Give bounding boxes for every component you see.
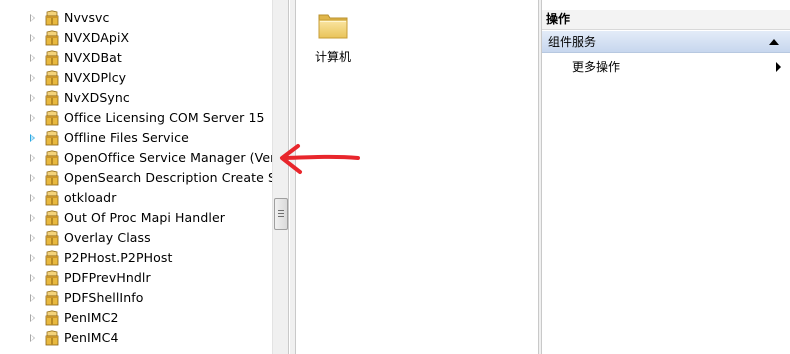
expand-triangle-icon[interactable] bbox=[30, 74, 35, 82]
collapse-up-icon[interactable] bbox=[769, 39, 779, 45]
tree-item[interactable]: Nvvsvc bbox=[0, 8, 272, 28]
vertical-scrollbar[interactable] bbox=[272, 0, 288, 354]
tree-item[interactable]: NVXDApiX bbox=[0, 28, 272, 48]
tree-item-label: OpenSearch Description Create Sea bbox=[64, 170, 289, 185]
tree-item[interactable]: Office Licensing COM Server 15 bbox=[0, 108, 272, 128]
tree-item-label: Office Licensing COM Server 15 bbox=[64, 110, 265, 125]
computer-item[interactable]: 计算机 bbox=[309, 10, 357, 66]
expand-triangle-icon[interactable] bbox=[30, 54, 35, 62]
expand-triangle-icon[interactable] bbox=[30, 194, 35, 202]
expand-triangle-icon[interactable] bbox=[30, 274, 35, 282]
package-icon bbox=[45, 10, 59, 26]
package-icon bbox=[45, 130, 59, 146]
tree-item[interactable]: OpenSearch Description Create Sea bbox=[0, 168, 288, 188]
expand-triangle-icon[interactable] bbox=[30, 134, 35, 142]
tree-item-label: Nvvsvc bbox=[64, 10, 110, 25]
tree-item[interactable]: PDFShellInfo bbox=[0, 288, 272, 308]
expand-triangle-icon[interactable] bbox=[30, 14, 35, 22]
more-actions-label: 更多操作 bbox=[572, 60, 621, 74]
scrollbar-thumb[interactable] bbox=[274, 198, 288, 230]
package-icon bbox=[45, 290, 59, 306]
expand-triangle-icon[interactable] bbox=[30, 214, 35, 222]
package-icon bbox=[45, 50, 59, 66]
tree-item-label: OpenOffice Service Manager (Ver 1. bbox=[64, 150, 289, 165]
tree-item-label: Overlay Class bbox=[64, 230, 151, 245]
tree-item-label: PenIMC2 bbox=[64, 310, 119, 325]
expand-triangle-icon[interactable] bbox=[30, 334, 35, 342]
package-icon bbox=[45, 90, 59, 106]
package-icon bbox=[45, 270, 59, 286]
expand-triangle-icon[interactable] bbox=[30, 94, 35, 102]
tree-item-label: otkloadr bbox=[64, 190, 117, 205]
expand-triangle-icon[interactable] bbox=[30, 294, 35, 302]
tree-item-label: NVXDBat bbox=[64, 50, 122, 65]
package-icon bbox=[45, 250, 59, 266]
folder-icon bbox=[318, 14, 348, 39]
tree-item[interactable]: NVXDBat bbox=[0, 48, 272, 68]
tree-item-label: NVXDPlcy bbox=[64, 70, 127, 85]
tree-item[interactable]: Overlay Class bbox=[0, 228, 272, 248]
tree-item[interactable]: OpenOffice Service Manager (Ver 1. bbox=[0, 148, 288, 168]
computer-label: 计算机 bbox=[314, 50, 351, 64]
more-actions-item[interactable]: 更多操作 bbox=[542, 56, 790, 78]
expand-triangle-icon[interactable] bbox=[30, 154, 35, 162]
actions-section-component-services[interactable]: 组件服务 bbox=[542, 31, 790, 53]
submenu-arrow-icon bbox=[776, 62, 781, 72]
tree-item[interactable]: NVXDPlcy bbox=[0, 68, 272, 88]
package-icon bbox=[45, 110, 59, 126]
expand-triangle-icon[interactable] bbox=[30, 114, 35, 122]
tree-item-label: NvXDSync bbox=[64, 90, 130, 105]
tree-item-label: PDFShellInfo bbox=[64, 290, 144, 305]
expand-triangle-icon[interactable] bbox=[30, 174, 35, 182]
actions-pane: 操作 组件服务 更多操作 bbox=[541, 0, 790, 354]
tree-item[interactable]: P2PHost.P2PHost bbox=[0, 248, 272, 268]
component-tree: Nvvsvc NVXDApiX NVXDBat NVXDPlcy NvXDSync Off… bbox=[0, 0, 289, 354]
tree-item-label: P2PHost.P2PHost bbox=[64, 250, 173, 265]
package-icon bbox=[45, 190, 59, 206]
section-title: 组件服务 bbox=[548, 35, 597, 49]
tree-item[interactable]: NvXDSync bbox=[0, 88, 272, 108]
expand-triangle-icon[interactable] bbox=[30, 234, 35, 242]
package-icon bbox=[45, 150, 59, 166]
package-icon bbox=[45, 170, 59, 186]
tree-item[interactable]: PDFPrevHndlr bbox=[0, 268, 272, 288]
actions-header: 操作 bbox=[542, 10, 790, 30]
package-icon bbox=[45, 210, 59, 226]
package-icon bbox=[45, 30, 59, 46]
tree-item[interactable]: PenIMC2 bbox=[0, 308, 272, 328]
tree-item-label: NVXDApiX bbox=[64, 30, 130, 45]
expand-triangle-icon[interactable] bbox=[30, 314, 35, 322]
content-pane: 计算机 bbox=[297, 0, 539, 354]
package-icon bbox=[45, 330, 59, 346]
tree-item-label: PDFPrevHndlr bbox=[64, 270, 151, 285]
tree-item[interactable]: Out Of Proc Mapi Handler bbox=[0, 208, 272, 228]
pane-splitter[interactable] bbox=[290, 0, 296, 354]
tree-item[interactable]: PenIMC4 bbox=[0, 328, 272, 348]
tree-item-label: PenIMC4 bbox=[64, 330, 119, 345]
tree-item-label: Offline Files Service bbox=[64, 130, 189, 145]
package-icon bbox=[45, 70, 59, 86]
tree-item-label: Out Of Proc Mapi Handler bbox=[64, 210, 225, 225]
expand-triangle-icon[interactable] bbox=[30, 34, 35, 42]
tree-item[interactable]: otkloadr bbox=[0, 188, 272, 208]
package-icon bbox=[45, 310, 59, 326]
expand-triangle-icon[interactable] bbox=[30, 254, 35, 262]
tree-item[interactable]: Offline Files Service bbox=[0, 128, 272, 148]
package-icon bbox=[45, 230, 59, 246]
